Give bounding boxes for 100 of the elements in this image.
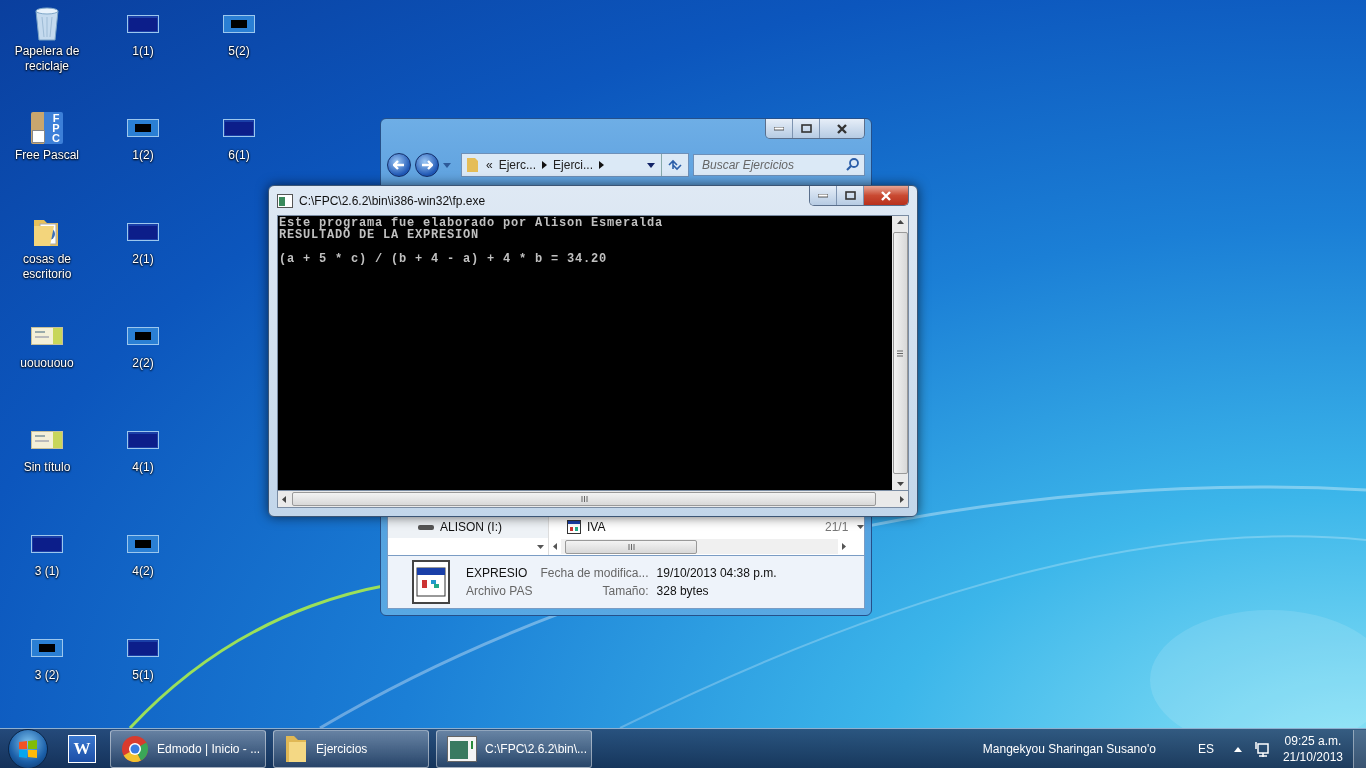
desktop-icon-label[interactable]: 1(1) bbox=[132, 44, 154, 59]
breadcrumb-arrow-icon[interactable] bbox=[599, 161, 605, 169]
detail-label: Tamaño: bbox=[601, 584, 649, 598]
desktop-icon-label[interactable]: 2(2) bbox=[132, 356, 154, 371]
console-thumbnail-icon bbox=[127, 535, 159, 553]
scroll-left-arrow-icon[interactable] bbox=[282, 495, 286, 503]
dropdown-caret-icon[interactable] bbox=[647, 162, 655, 168]
scroll-down-arrow-icon[interactable] bbox=[896, 482, 904, 486]
window-title: C:\FPC\2.6.2\bin\i386-win32\fp.exe bbox=[299, 193, 486, 208]
window-thumbnail-icon bbox=[127, 223, 159, 241]
language-indicator[interactable]: ES bbox=[1197, 742, 1214, 756]
minimize-icon bbox=[774, 126, 784, 131]
taskbar-button[interactable]: C:\FPC\2.6.2\bin\... bbox=[436, 730, 592, 768]
window-thumbnail-icon bbox=[127, 15, 159, 33]
recycle-bin-icon bbox=[34, 7, 60, 41]
scrollbar-thumb[interactable] bbox=[565, 540, 697, 554]
detail-value: 19/10/2013 04:38 p.m. bbox=[656, 566, 777, 580]
breadcrumb[interactable]: Ejerc... bbox=[498, 158, 537, 172]
close-icon bbox=[836, 123, 848, 134]
window-thumbnail-icon bbox=[223, 119, 255, 137]
grip-icon bbox=[580, 496, 588, 502]
grip-icon bbox=[627, 544, 635, 550]
console-line: (a + 5 * c) / (b + 4 - a) + 4 * b = 34.20 bbox=[279, 253, 609, 265]
breadcrumb[interactable]: Ejerci... bbox=[553, 158, 594, 172]
scrollbar-thumb[interactable] bbox=[292, 492, 876, 506]
console-line: RESULTADO DE LA EXPRESION bbox=[279, 229, 481, 241]
console-thumbnail-icon bbox=[223, 15, 255, 33]
scroll-left-arrow-icon[interactable] bbox=[553, 543, 557, 550]
console-thumbnail-icon bbox=[127, 119, 159, 137]
desktop-icon-label[interactable]: 3 (1) bbox=[34, 564, 60, 579]
clock[interactable]: 09:25 a.m. 21/10/2013 bbox=[1282, 733, 1343, 765]
console-line: Este programa fue elaborado por Alison Esmeralda bbox=[279, 217, 665, 229]
grip-icon bbox=[897, 349, 903, 357]
close-button[interactable] bbox=[864, 186, 908, 205]
file-name[interactable]: IVA bbox=[587, 520, 606, 534]
pascal-file-icon bbox=[567, 520, 581, 534]
network-icon[interactable] bbox=[1253, 741, 1269, 757]
folder-icon bbox=[284, 734, 308, 764]
console-app-icon bbox=[447, 736, 477, 762]
desktop-icon-label[interactable]: 4(2) bbox=[132, 564, 154, 579]
document-card-icon bbox=[31, 431, 63, 449]
free-pascal-icon: FPC bbox=[31, 112, 63, 144]
folder-icon bbox=[466, 157, 480, 173]
forward-button[interactable] bbox=[415, 153, 439, 177]
file-type: Archivo PAS bbox=[466, 584, 533, 598]
close-button[interactable] bbox=[820, 119, 864, 138]
desktop-icon-label[interactable]: uouououo bbox=[20, 356, 74, 371]
console-app-icon bbox=[277, 193, 293, 208]
console-thumbnail-icon bbox=[31, 639, 63, 657]
breadcrumb-overflow[interactable]: « bbox=[486, 158, 493, 172]
address-bar[interactable]: « Ejerc... Ejerci... bbox=[461, 153, 689, 177]
maximize-icon bbox=[800, 124, 812, 133]
drive-icon bbox=[418, 524, 434, 530]
scroll-up-arrow-icon[interactable] bbox=[896, 220, 904, 224]
toolbar-label: Mangekyou Sharingan Susano'o bbox=[982, 742, 1156, 756]
scroll-right-arrow-icon[interactable] bbox=[900, 495, 904, 503]
scroll-down-arrow-icon[interactable] bbox=[537, 544, 544, 549]
windows-flag-icon bbox=[18, 739, 38, 759]
show-desktop-button[interactable] bbox=[1353, 730, 1366, 768]
detail-label: Fecha de modifica... bbox=[540, 566, 649, 580]
desktop-icon-label[interactable]: 5(1) bbox=[132, 668, 154, 683]
back-button[interactable] bbox=[387, 153, 411, 177]
window-thumbnail-icon bbox=[127, 639, 159, 657]
scroll-right-arrow-icon[interactable] bbox=[842, 543, 846, 550]
maximize-icon bbox=[844, 191, 856, 200]
desktop-icon-label[interactable]: 5(2) bbox=[228, 44, 250, 59]
file-name: EXPRESIO bbox=[466, 566, 529, 580]
maximize-button[interactable] bbox=[793, 119, 820, 138]
scrollbar-thumb[interactable] bbox=[892, 232, 908, 474]
minimize-icon bbox=[818, 193, 828, 198]
window-thumbnail-icon bbox=[31, 535, 63, 553]
back-arrow-icon bbox=[393, 160, 405, 170]
desktop-icon-label[interactable]: cosas de escritorio bbox=[3, 252, 91, 282]
desktop-icon-label[interactable]: 1(2) bbox=[132, 148, 154, 163]
file-date: 21/1 bbox=[825, 520, 850, 534]
desktop-icon-label[interactable]: 6(1) bbox=[228, 148, 250, 163]
search-field[interactable]: Buscar Ejercicios bbox=[693, 154, 865, 176]
maximize-button[interactable] bbox=[837, 186, 864, 205]
desktop-icon-label[interactable]: Papelera de reciclaje bbox=[3, 44, 91, 74]
scroll-down-arrow-icon[interactable] bbox=[857, 525, 864, 529]
taskbar-button[interactable]: Edmodo | Inicio - ... bbox=[110, 730, 266, 768]
taskbar-button[interactable]: Ejercicios bbox=[273, 730, 429, 768]
desktop-icon-label[interactable]: 3 (2) bbox=[34, 668, 60, 683]
console-thumbnail-icon bbox=[127, 327, 159, 345]
desktop-icon-label[interactable]: Sin título bbox=[23, 460, 71, 475]
detail-value: 328 bytes bbox=[656, 584, 710, 598]
document-card-icon bbox=[31, 327, 63, 345]
browser-icon bbox=[121, 735, 149, 763]
refresh-icon bbox=[668, 159, 682, 171]
desktop-icon-label[interactable]: 2(1) bbox=[132, 252, 154, 267]
close-icon bbox=[880, 190, 892, 201]
start-button[interactable] bbox=[8, 729, 48, 768]
nav-pane-item[interactable]: ALISON (I:) bbox=[388, 516, 548, 538]
search-icon bbox=[846, 158, 859, 171]
breadcrumb-arrow-icon[interactable] bbox=[542, 161, 548, 169]
desktop-icon-label[interactable]: 4(1) bbox=[132, 460, 154, 475]
word-processor-button[interactable]: W bbox=[68, 735, 96, 763]
window-thumbnail-icon bbox=[127, 431, 159, 449]
show-hidden-icons-icon[interactable] bbox=[1233, 746, 1242, 752]
desktop-icon-label[interactable]: Free Pascal bbox=[15, 148, 79, 163]
